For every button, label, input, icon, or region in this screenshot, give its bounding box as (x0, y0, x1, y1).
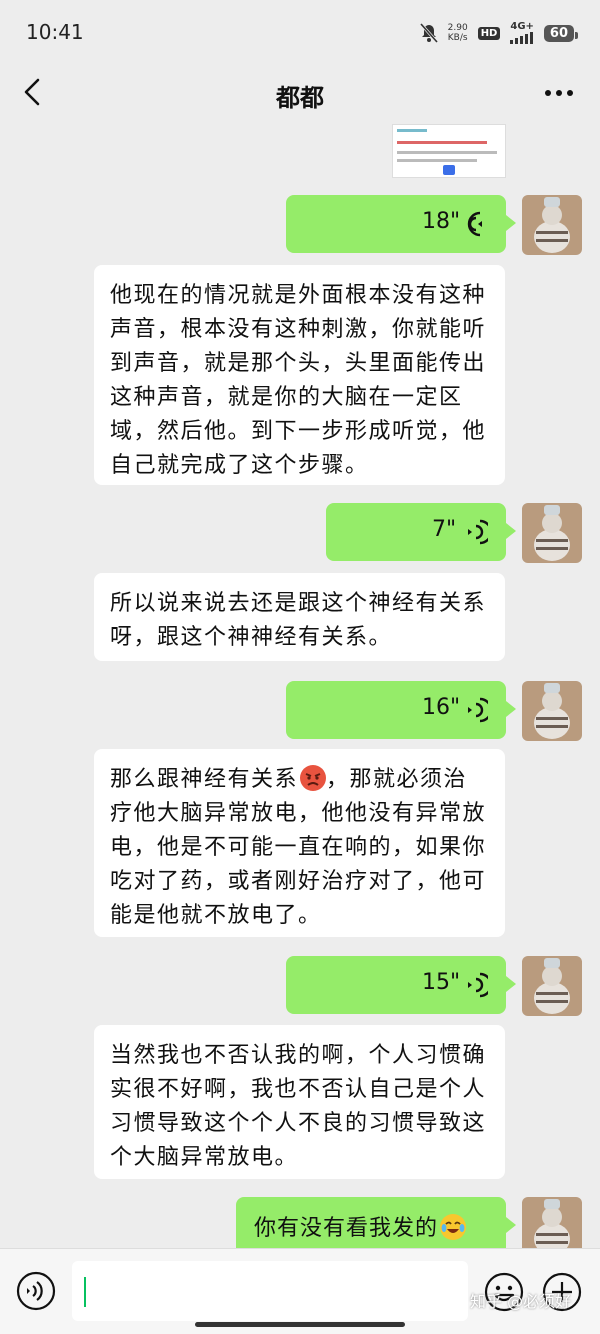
message-input[interactable] (72, 1261, 468, 1321)
mute-bell-icon (419, 23, 438, 43)
voice-wave-icon (468, 697, 488, 723)
chat-header: 都都 (0, 62, 600, 124)
voice-wave-icon (468, 972, 488, 998)
message-text: 他现在的情况就是外面根本没有这种声音，根本没有这种刺激，你就能听到声音，就是那个… (110, 283, 487, 478)
message-text: 所以说来说去还是跟这个神经有关系呀，跟这个神神经有关系。 (110, 591, 487, 650)
mic-icon (443, 165, 455, 175)
voice-input-icon[interactable] (16, 1271, 56, 1311)
avatar-self[interactable] (522, 681, 582, 741)
avatar-self[interactable] (522, 956, 582, 1016)
message-bubble-incoming[interactable]: 当然我也不否认我的啊，个人习惯确实很不好啊，我也不否认自己是个人习惯导致这个个人… (94, 1025, 505, 1179)
voice-message[interactable]: 16" (286, 681, 516, 739)
home-indicator[interactable] (195, 1322, 405, 1327)
message-bubble-incoming[interactable]: 那么跟神经有关系 ，那就必须治疗他大脑异常放电，他他没有异常放电，他是不可能一直在… (94, 749, 505, 937)
status-bar: 10:41 2.90 KB/s HD 4G+ 60 (0, 0, 600, 62)
voice-message[interactable]: 15" (286, 956, 516, 1014)
signal-indicator: 4G+ (510, 22, 534, 44)
voice-wave-icon (468, 519, 488, 545)
network-speed-unit: KB/s (447, 33, 468, 43)
more-options-icon[interactable] (544, 80, 574, 106)
avatar-self[interactable] (522, 503, 582, 563)
image-message-thumbnail[interactable] (392, 124, 506, 178)
network-speed: 2.90 KB/s (448, 23, 468, 43)
message-bubble-incoming[interactable]: 他现在的情况就是外面根本没有这种声音，根本没有这种刺激，你就能听到声音，就是那个… (94, 265, 505, 485)
status-time: 10:41 (26, 20, 84, 44)
signal-bars-icon (510, 32, 534, 44)
voice-duration: 18" (422, 209, 461, 234)
hd-badge: HD (477, 26, 501, 40)
voice-message[interactable]: 18" (286, 195, 516, 253)
angry-face-emoji-icon (300, 765, 327, 791)
watermark: 知乎 @必须好 (470, 1292, 572, 1311)
status-icons: 2.90 KB/s HD 4G+ 60 (419, 20, 579, 46)
message-text: 那么跟神经有关系 (110, 767, 299, 792)
message-bubble-incoming[interactable]: 所以说来说去还是跟这个神经有关系呀，跟这个神神经有关系。 (94, 573, 505, 661)
message-text: 当然我也不否认我的啊，个人习惯确实很不好啊，我也不否认自己是个人习惯导致这个个人… (110, 1043, 487, 1170)
voice-wave-icon (467, 211, 482, 237)
network-type: 4G+ (510, 21, 534, 32)
text-cursor (84, 1277, 86, 1307)
avatar-self[interactable] (522, 195, 582, 255)
voice-duration: 15" (422, 970, 461, 995)
network-speed-value: 2.90 (447, 23, 468, 33)
laughing-tears-emoji-icon (440, 1214, 467, 1240)
voice-message[interactable]: 7" (326, 503, 516, 561)
voice-duration: 7" (432, 517, 457, 542)
battery-icon: 60 (543, 24, 579, 42)
chat-title: 都都 (276, 84, 324, 112)
voice-duration: 16" (422, 695, 461, 720)
message-text: 你有没有看我发的 (254, 1216, 439, 1241)
